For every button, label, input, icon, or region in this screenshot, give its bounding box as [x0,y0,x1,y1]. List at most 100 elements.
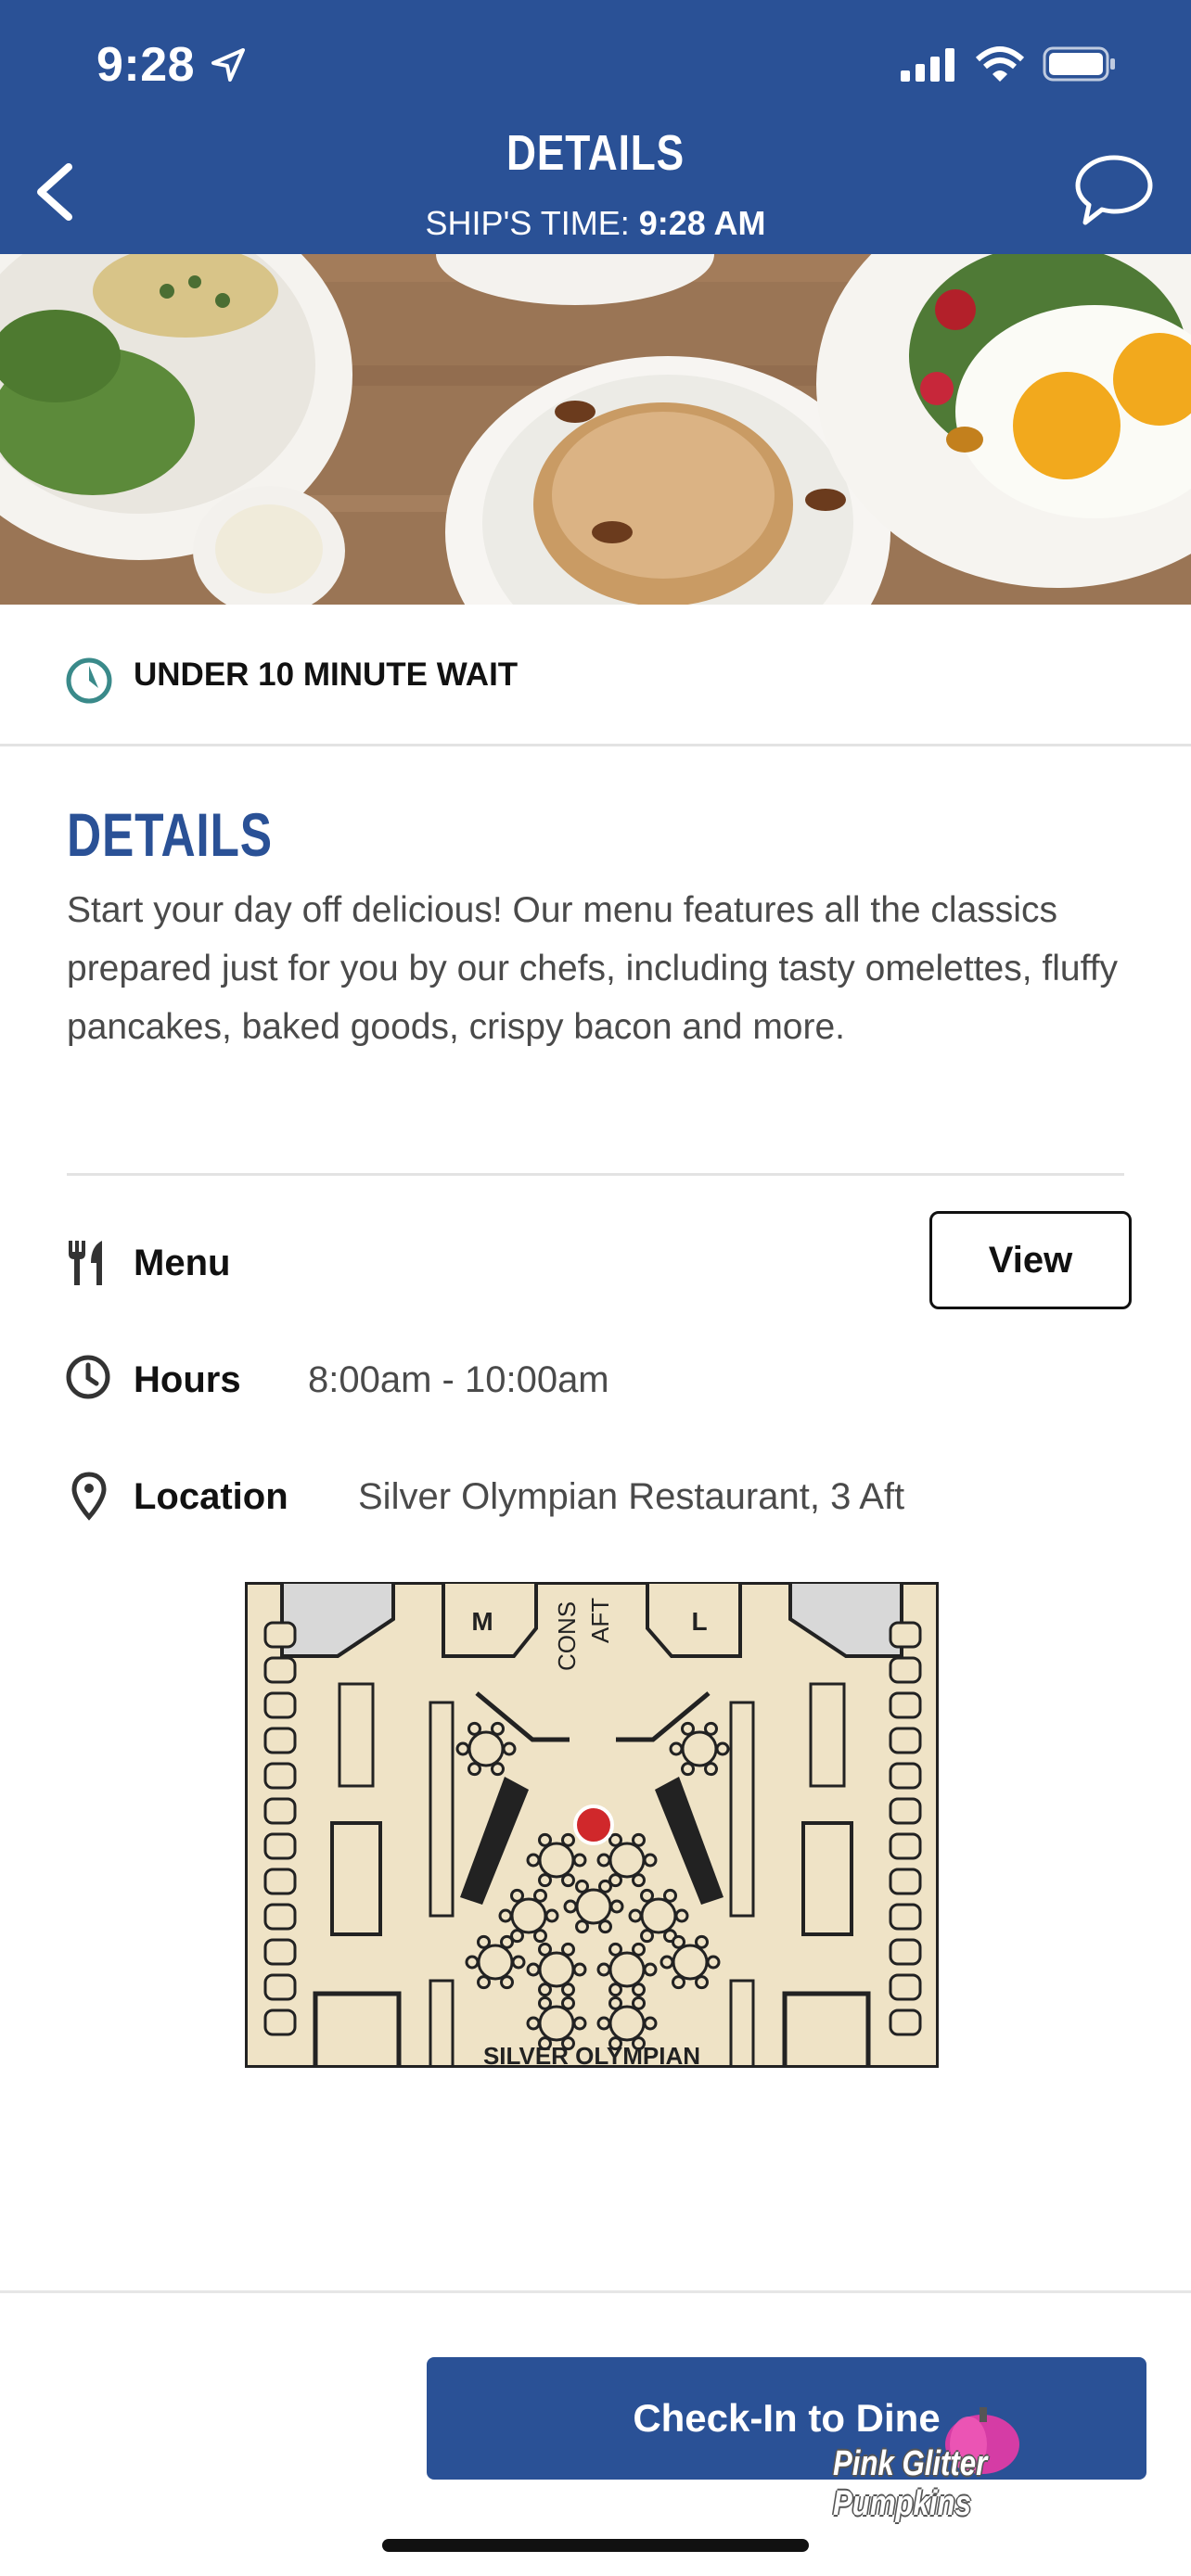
details-description: Start your day off delicious! Our menu f… [67,890,1119,1047]
map-label-l: L [691,1607,707,1636]
booth-seat [263,1797,297,1825]
table-chair [502,1741,517,1756]
table-chair [643,2016,658,2031]
table-chair [575,1879,589,1894]
hero-food-image [0,254,1191,605]
booth-seat [263,1727,297,1754]
table-chair [491,1762,505,1777]
table-chair [643,1853,658,1868]
table-chair [672,1934,685,1949]
booth-seat [263,1656,297,1684]
location-label: Location [134,1476,288,1517]
round-table [510,1897,547,1934]
table-chair [538,1983,552,1997]
wifi-icon [975,46,1024,82]
round-table [608,2005,646,2042]
map-label-aft: AFT [586,1598,614,1643]
nav-header: 9:28 DETAILS SHIP'S TIME: 9:28 AM [0,0,1191,254]
table-chair [498,1908,513,1923]
round-table [575,1888,612,1925]
booth-seat [889,1797,922,1825]
round-table [640,1897,677,1934]
table-chair [465,1955,480,1970]
table-chair [598,1879,612,1894]
table-chair [467,1762,481,1777]
round-table [538,2005,575,2042]
table-chair [467,1721,481,1736]
location-marker [573,1804,614,1845]
table-chair [561,1996,575,2010]
table-chair [643,1962,658,1977]
table-chair [632,1996,646,2010]
footer-divider [0,2290,1191,2293]
status-time: 9:28 [96,38,196,92]
clock-icon [66,1355,110,1399]
deck-map[interactable]: M L CONS AFT SILVER OLYMPIAN [245,1582,939,2068]
table-chair [632,1942,646,1957]
table-chair [572,1853,587,1868]
table-chair [526,1853,541,1868]
map-label-restaurant: SILVER OLYMPIAN [483,2042,700,2068]
table-chair [660,1955,674,1970]
table-chair [674,1908,689,1923]
battery-icon [1043,46,1115,82]
table-chair [695,1934,709,1949]
booth-seat [263,1832,297,1860]
clock-icon [66,657,112,704]
utensils-icon [69,1241,102,1285]
round-table [467,1730,505,1767]
table-chair [544,1908,559,1923]
booth-seat [889,1656,922,1684]
table-chair [526,2016,541,2031]
round-table [608,1951,646,1988]
table-chair [669,1741,684,1756]
booth-seat [889,1762,922,1790]
table-chair [561,1832,575,1847]
table-chair [477,1975,491,1990]
booth-seat [889,2009,922,2036]
round-table [538,1842,575,1879]
table-chair [608,1996,622,2010]
map-label-m: M [471,1607,493,1636]
status-icons [901,46,1117,86]
view-menu-button[interactable]: View [929,1211,1132,1309]
home-indicator[interactable] [382,2539,809,2552]
table-chair [572,2016,587,2031]
table-chair [608,1942,622,1957]
chat-button[interactable] [1074,152,1154,230]
ships-time-value: 9:28 AM [638,204,766,242]
table-chair [572,1962,587,1977]
table-chair [628,1908,643,1923]
booth-seat [263,2009,297,2036]
location-arrow-icon [211,48,245,82]
round-table [608,1842,646,1879]
booth-seat [263,1691,297,1719]
table-chair [538,1832,552,1847]
round-table [538,1951,575,1988]
table-chair [663,1888,677,1903]
booth-seat [263,1868,297,1895]
table-chair [533,1929,547,1944]
table-chair [632,1983,646,1997]
table-chair [510,1888,524,1903]
booth-seat [889,1621,922,1649]
table-chair [538,1873,552,1888]
table-chair [706,1955,721,1970]
table-chair [596,2016,611,2031]
table-chair [608,1832,622,1847]
booth-seat [889,1727,922,1754]
table-chair [640,1888,654,1903]
table-chair [575,1919,589,1934]
wait-time-bar: UNDER 10 MINUTE WAIT [0,605,1191,746]
ships-time-label: SHIP'S TIME: [425,204,639,242]
table-chair [563,1899,578,1914]
location-value: Silver Olympian Restaurant, 3 Aft [358,1476,905,1517]
round-table [477,1944,514,1981]
table-chair [491,1721,505,1736]
round-table [681,1730,718,1767]
cellular-signal-icon [901,48,955,82]
round-table [672,1944,709,1981]
hours-label: Hours [134,1359,241,1400]
divider [67,1173,1124,1176]
table-chair [538,1942,552,1957]
